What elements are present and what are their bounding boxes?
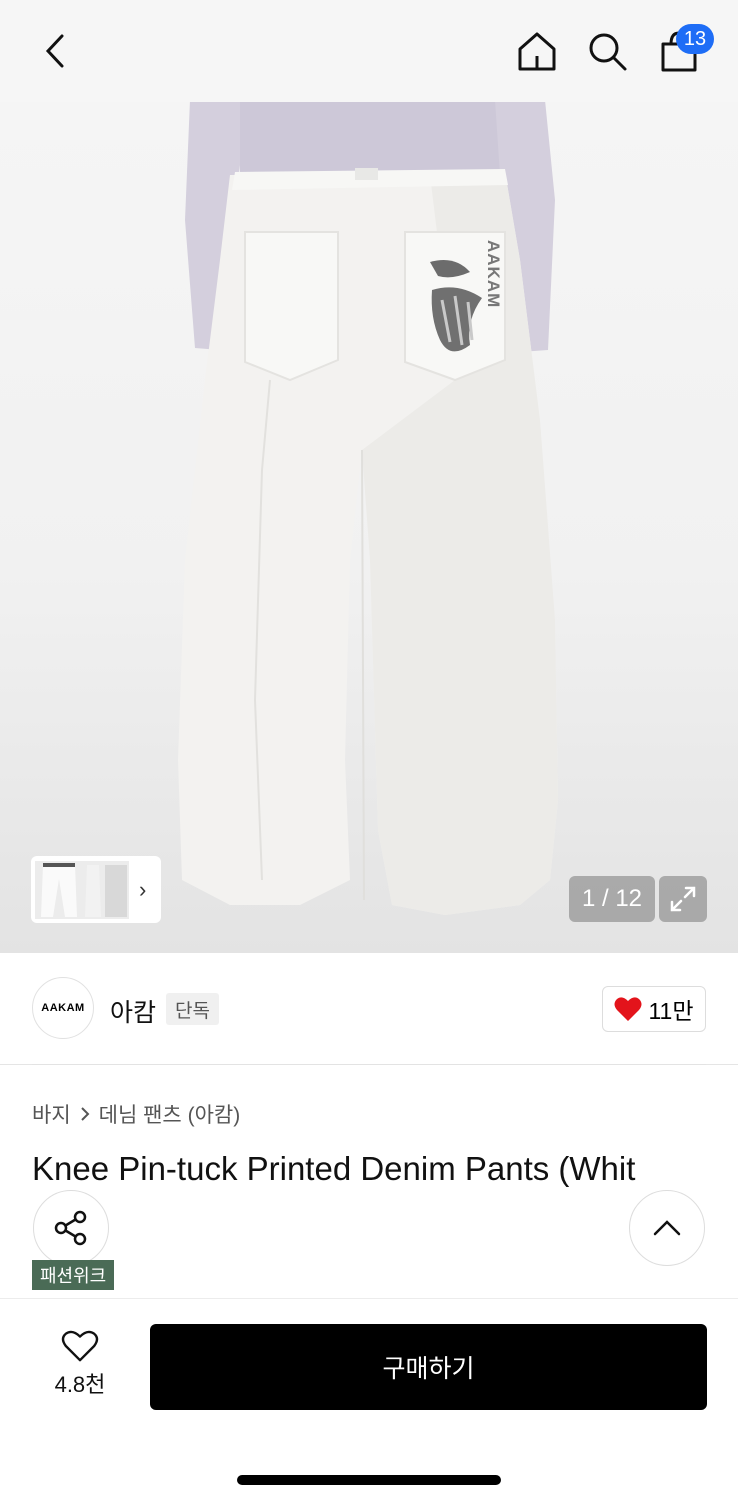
cart-count-badge: 13 <box>676 24 714 54</box>
thumbnail-strip[interactable]: › <box>31 856 161 923</box>
buy-button[interactable]: 구매하기 <box>150 1324 707 1410</box>
share-button[interactable] <box>33 1190 109 1266</box>
brand-section: AAKAM 아캄 단독 11만 <box>0 953 738 1065</box>
zoom-button[interactable] <box>659 876 707 922</box>
brand-logo[interactable]: AAKAM <box>32 977 94 1039</box>
chevron-right-icon: › <box>139 876 147 902</box>
home-icon <box>518 32 556 71</box>
back-button[interactable] <box>30 26 80 76</box>
home-button[interactable] <box>512 26 562 76</box>
thumbnail-image[interactable] <box>35 860 129 919</box>
exclusive-tag: 단독 <box>166 993 219 1025</box>
chevron-up-icon <box>653 1220 681 1236</box>
brand-like-count: 11만 <box>648 998 694 1024</box>
scroll-top-button[interactable] <box>629 1190 705 1266</box>
breadcrumb-category[interactable]: 바지 <box>32 1099 71 1129</box>
search-icon <box>589 33 627 71</box>
top-navigation-bar: 13 <box>0 0 738 102</box>
heart-filled-icon <box>614 997 642 1021</box>
product-photo: AAKAM <box>178 100 558 915</box>
event-badge: 패션위크 <box>32 1260 115 1290</box>
product-image[interactable]: AAKAM <box>0 0 738 953</box>
expand-icon <box>670 886 696 912</box>
brand-name[interactable]: 아캄 <box>110 993 156 1029</box>
wishlist-button[interactable]: 4.8천 <box>40 1329 120 1399</box>
breadcrumb: 바지 데님 팬츠 (아캄) <box>32 1099 240 1129</box>
breadcrumb-subcategory[interactable]: 데님 팬츠 (아캄) <box>99 1099 241 1129</box>
image-page-counter: 1 / 12 <box>569 876 655 922</box>
product-title: Knee Pin-tuck Printed Denim Pants (Whit <box>32 1150 636 1187</box>
bottom-action-bar: 4.8천 구매하기 <box>0 1298 738 1500</box>
brand-like-button[interactable]: 11만 <box>602 986 706 1032</box>
home-indicator <box>237 1475 501 1485</box>
thumbnail-photo <box>35 860 129 919</box>
divider <box>32 1064 706 1065</box>
heart-outline-icon <box>61 1330 99 1362</box>
search-button[interactable] <box>582 26 632 76</box>
chevron-left-icon <box>45 34 64 68</box>
wishlist-count: 4.8천 <box>54 1372 106 1397</box>
share-icon <box>54 1210 87 1246</box>
pocket-print-text: AAKAM <box>484 240 503 308</box>
chevron-right-icon <box>80 1107 90 1121</box>
